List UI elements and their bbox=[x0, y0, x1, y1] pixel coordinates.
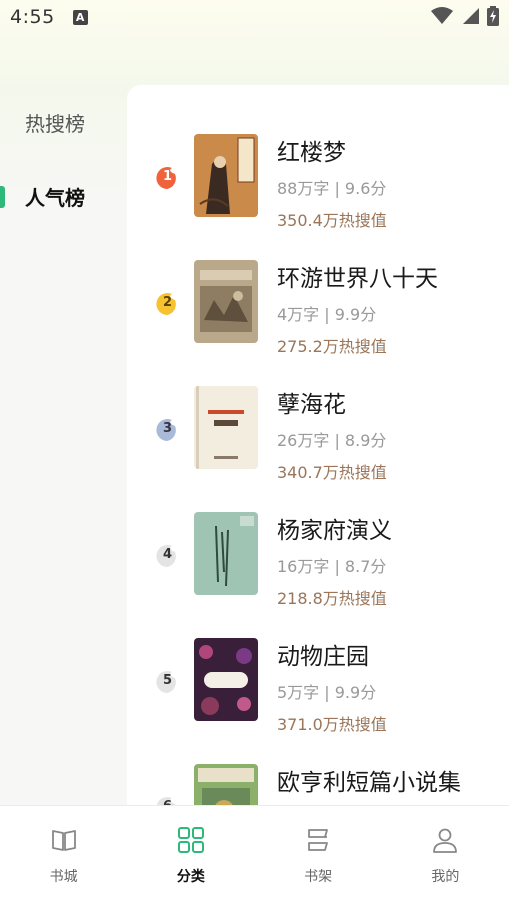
rank-badge: 6 bbox=[155, 795, 180, 805]
wifi-icon bbox=[431, 7, 453, 24]
book-title[interactable]: 孽海花 bbox=[277, 385, 346, 419]
book-title[interactable]: 环游世界八十天 bbox=[277, 259, 438, 293]
sidebar-item-label: 热搜榜 bbox=[25, 111, 85, 136]
rank-badge: 1 bbox=[155, 165, 180, 190]
book-meta: 26万字 | 8.9分 bbox=[277, 431, 387, 450]
book-item[interactable]: 4 杨家府演义 16万字 | 8.7分 218.8万热搜值 bbox=[127, 463, 509, 608]
sidebar-item-label: 人气榜 bbox=[25, 185, 85, 210]
book-item[interactable]: 2 环游世界八十天 4万字 | 9.9分 275.2万热搜值 bbox=[127, 211, 509, 356]
book-item[interactable]: 5 动物庄园 5万字 | 9.9分 371.0万热搜值 bbox=[127, 589, 509, 734]
rank-badge: 4 bbox=[155, 543, 180, 568]
book-ranking-list[interactable]: 1 红楼梦 88万字 | 9.6分 350.4万热搜值 2 环游世界八十天 4万… bbox=[127, 85, 509, 805]
book-cover[interactable] bbox=[194, 260, 258, 343]
rank-number: 3 bbox=[162, 421, 173, 436]
book-cover[interactable] bbox=[194, 386, 258, 469]
book-meta: 5万字 | 9.9分 bbox=[277, 683, 377, 702]
rank-badge: 2 bbox=[155, 291, 180, 316]
book-item[interactable]: 3 孽海花 26万字 | 8.9分 340.7万热搜值 bbox=[127, 337, 509, 482]
user-icon bbox=[433, 828, 458, 853]
tab-category[interactable]: 分类 bbox=[127, 806, 254, 904]
status-time: 4:55 bbox=[10, 6, 55, 28]
book-cover[interactable] bbox=[194, 512, 258, 595]
book-cover[interactable] bbox=[194, 638, 258, 721]
tab-label: 书架 bbox=[304, 869, 333, 885]
text-a-icon: A bbox=[72, 9, 88, 25]
signal-icon bbox=[463, 8, 479, 24]
tab-bookstore[interactable]: 书城 bbox=[0, 806, 127, 904]
book-title[interactable]: 杨家府演义 bbox=[277, 511, 392, 545]
rank-number: 2 bbox=[162, 295, 173, 310]
tab-label: 我的 bbox=[431, 869, 460, 885]
book-cover[interactable] bbox=[194, 134, 258, 217]
grid-icon bbox=[177, 827, 204, 853]
tab-label: 分类 bbox=[176, 869, 205, 885]
status-bar: 4:55 A bbox=[0, 0, 509, 34]
book-title[interactable]: 红楼梦 bbox=[277, 133, 346, 167]
rank-number: 1 bbox=[162, 169, 173, 184]
book-title[interactable]: 欧亨利短篇小说集 bbox=[277, 763, 461, 797]
tab-label: 书城 bbox=[49, 869, 78, 885]
tab-bookshelf[interactable]: 书架 bbox=[255, 806, 382, 904]
book-title[interactable]: 动物庄园 bbox=[277, 637, 369, 671]
book-item[interactable]: 1 红楼梦 88万字 | 9.6分 350.4万热搜值 bbox=[127, 85, 509, 230]
book-meta: 88万字 | 9.6分 bbox=[277, 179, 387, 198]
bookshelf-icon bbox=[308, 829, 329, 851]
sidebar-item-hot-search[interactable]: 热搜榜 bbox=[0, 85, 127, 159]
book-cover[interactable] bbox=[194, 764, 258, 805]
bottom-tab-bar: 书城 分类 书架 我的 bbox=[0, 805, 509, 904]
tab-mine[interactable]: 我的 bbox=[382, 806, 509, 904]
book-meta: 16万字 | 8.7分 bbox=[277, 557, 387, 576]
ranking-sidebar: 热搜榜 人气榜 bbox=[0, 85, 127, 233]
book-open-icon bbox=[51, 830, 76, 851]
rank-number: 5 bbox=[162, 673, 173, 688]
status-icons bbox=[431, 6, 499, 26]
active-indicator bbox=[0, 186, 5, 208]
rank-number: 4 bbox=[162, 547, 173, 562]
rank-badge: 3 bbox=[155, 417, 180, 442]
book-meta: 4万字 | 9.9分 bbox=[277, 305, 377, 324]
rank-badge: 5 bbox=[155, 669, 180, 694]
sidebar-item-popularity[interactable]: 人气榜 bbox=[0, 159, 127, 233]
battery-charging-icon bbox=[487, 6, 499, 26]
book-item[interactable]: 6 欧亨利短篇小说集 bbox=[127, 715, 509, 805]
